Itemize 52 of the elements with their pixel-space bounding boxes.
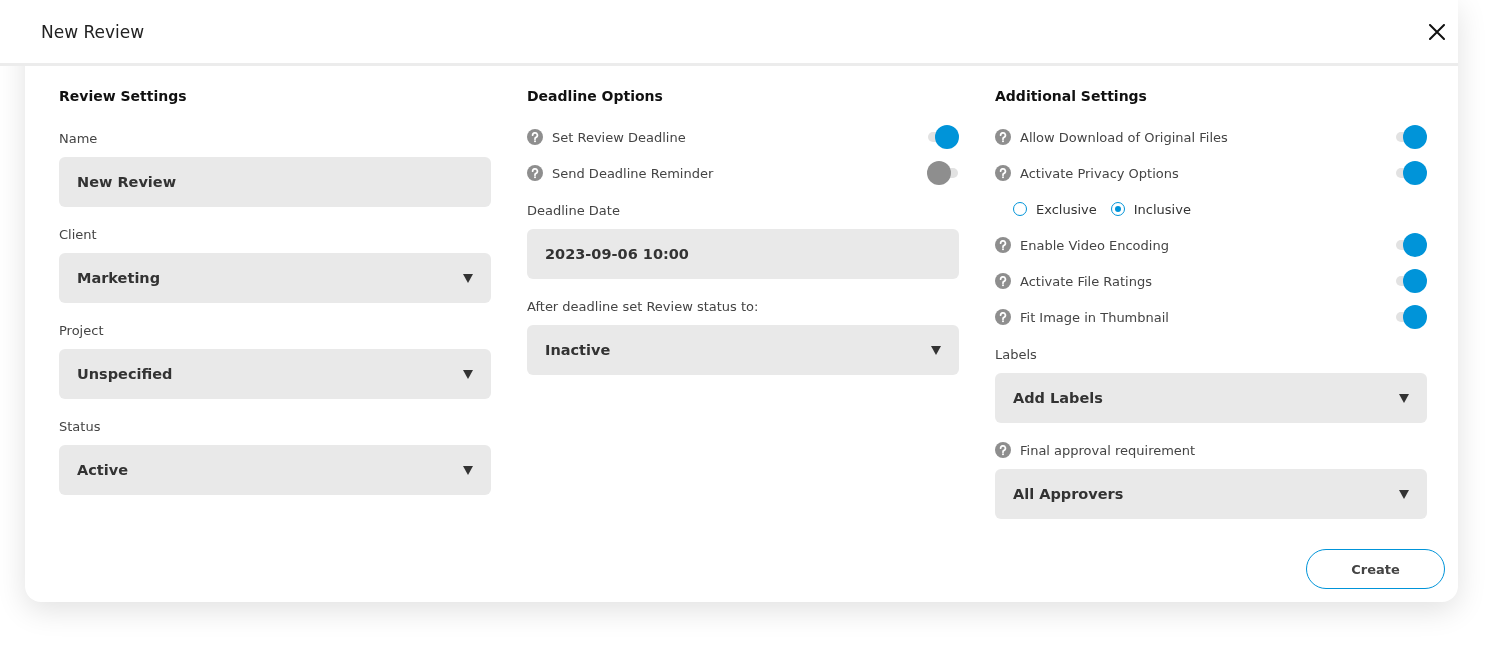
help-icon[interactable] [527, 129, 543, 145]
field-label: Client [59, 226, 97, 242]
field-label: After deadline set Review status to: [527, 298, 759, 314]
caret-icon [463, 369, 473, 379]
input-field[interactable]: New Review [59, 157, 491, 207]
caret-icon [463, 273, 473, 283]
toggle-switch[interactable] [927, 161, 959, 185]
toggle-label: Send Deadline Reminder [552, 165, 714, 181]
close-icon[interactable] [1429, 23, 1445, 40]
help-icon[interactable] [995, 442, 1011, 458]
dropdown-field[interactable]: Add Labels [995, 373, 1427, 423]
toggle-switch[interactable] [1395, 233, 1427, 257]
help-icon[interactable] [995, 237, 1011, 253]
dropdown-field[interactable]: Unspecified [59, 349, 491, 399]
toggle-switch[interactable] [927, 125, 959, 149]
help-icon[interactable] [995, 273, 1011, 289]
toggle-label: Set Review Deadline [552, 129, 686, 145]
field-label: Labels [995, 346, 1037, 362]
section-heading: Deadline Options [527, 87, 664, 106]
dropdown-field[interactable]: Marketing [59, 253, 491, 303]
toggle-label: Activate Privacy Options [1020, 165, 1179, 181]
section-heading: Review Settings [59, 87, 188, 106]
toggle-switch[interactable] [1395, 161, 1427, 185]
help-icon[interactable] [527, 165, 543, 181]
dropdown-field[interactable]: All Approvers [995, 469, 1427, 519]
caret-icon [931, 345, 941, 355]
toggle-label: Activate File Ratings [1020, 273, 1152, 289]
field-label: Project [59, 322, 104, 338]
section-heading: Additional Settings [995, 87, 1148, 106]
create-button[interactable]: Create [1306, 549, 1445, 589]
toggle-label: Fit Image in Thumbnail [1020, 309, 1169, 325]
help-icon[interactable] [995, 129, 1011, 145]
toggle-label: Enable Video Encoding [1020, 237, 1169, 253]
field-label: Final approval requirement [1020, 442, 1196, 458]
help-icon[interactable] [995, 165, 1011, 181]
toggle-switch[interactable] [1395, 305, 1427, 329]
field-label: Status [59, 418, 101, 434]
help-icon[interactable] [995, 309, 1011, 325]
toggle-switch[interactable] [1395, 269, 1427, 293]
input-field[interactable]: 2023-09-06 10:00 [527, 229, 959, 279]
caret-icon [463, 465, 473, 475]
toggle-switch[interactable] [1395, 125, 1427, 149]
radio-label: Exclusive [1036, 201, 1097, 217]
dialog-title: New Review [41, 21, 145, 42]
caret-icon [1399, 489, 1409, 499]
dropdown-field[interactable]: Inactive [527, 325, 959, 375]
field-label: Name [59, 130, 98, 146]
toggle-label: Allow Download of Original Files [1020, 129, 1228, 145]
caret-icon [1399, 393, 1409, 403]
dropdown-field[interactable]: Active [59, 445, 491, 495]
field-label: Deadline Date [527, 202, 620, 218]
radio-label: Inclusive [1133, 201, 1191, 217]
